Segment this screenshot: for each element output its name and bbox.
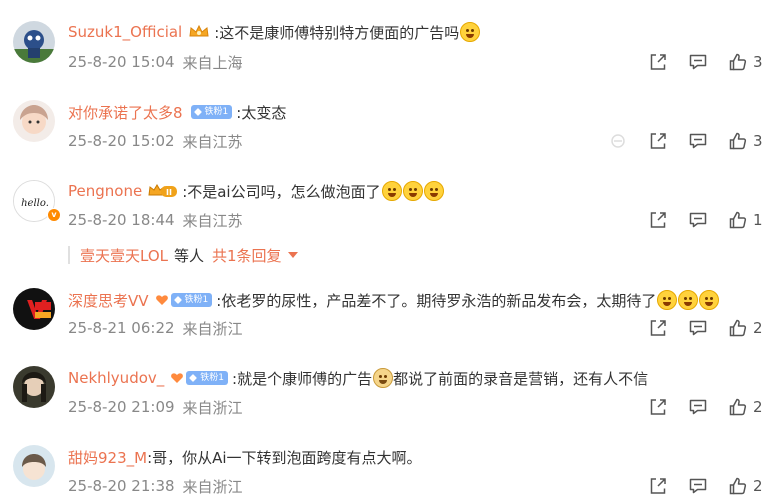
comment-text: :太变态 bbox=[236, 103, 287, 122]
comment-date: 25-8-20 18:44 bbox=[68, 211, 175, 229]
moved-emoji-icon bbox=[657, 290, 678, 310]
comment-text: :依老罗的尿性，产品差不了。期待罗永浩的新品发布会，太期待了 bbox=[216, 291, 657, 310]
comment-icon[interactable] bbox=[688, 476, 708, 495]
like-count: 1 bbox=[753, 211, 763, 229]
comment-date: 25-8-20 15:04 bbox=[68, 53, 175, 71]
comment-location: 来自江苏 bbox=[182, 211, 243, 230]
comment-icon[interactable] bbox=[688, 52, 708, 72]
share-icon[interactable] bbox=[648, 52, 668, 72]
comment-text-continued: 都说了前面的录音是营销，还有人不信 bbox=[393, 369, 649, 388]
comment-icon[interactable] bbox=[688, 131, 708, 151]
laugh-cry-emoji-icon bbox=[402, 181, 423, 201]
fan-badge: 铁粉1 bbox=[155, 293, 213, 307]
share-icon[interactable] bbox=[648, 131, 668, 151]
share-icon[interactable] bbox=[648, 318, 668, 338]
username[interactable]: Nekhlyudov_ bbox=[68, 369, 164, 387]
like-icon[interactable] bbox=[728, 52, 748, 72]
comment-icon[interactable] bbox=[688, 397, 708, 417]
like-count: 2 bbox=[753, 398, 763, 416]
crown-badge-icon bbox=[188, 24, 210, 40]
moved-emoji-icon bbox=[678, 290, 699, 310]
svg-text:hello.: hello. bbox=[21, 198, 49, 209]
like-icon[interactable] bbox=[728, 397, 748, 417]
share-icon[interactable] bbox=[648, 476, 668, 495]
comment-location: 来自浙江 bbox=[182, 319, 243, 338]
expand-replies-link[interactable]: 共1条回复 bbox=[212, 245, 282, 266]
comment-location: 来自浙江 bbox=[182, 398, 243, 417]
fan-badge-label: 铁粉1 bbox=[170, 293, 213, 307]
comment-text: :这不是康师傅特别特方便面的广告吗 bbox=[214, 23, 460, 42]
reply-username[interactable]: 壹天壹天LOL bbox=[80, 245, 168, 266]
laugh-cry-emoji-icon bbox=[460, 22, 481, 42]
username[interactable]: Suzuk1_Official bbox=[68, 23, 182, 41]
comment-location: 来自浙江 bbox=[182, 477, 243, 495]
like-icon[interactable] bbox=[728, 476, 748, 495]
comment-date: 25-8-20 21:38 bbox=[68, 477, 175, 495]
like-count: 3 bbox=[753, 53, 763, 71]
share-icon[interactable] bbox=[648, 397, 668, 417]
comment-text: :哥，你从Ai一下转到泡面跨度有点大啊。 bbox=[147, 448, 422, 467]
avatar[interactable]: V bbox=[13, 288, 55, 330]
laugh-cry-emoji-icon bbox=[381, 181, 402, 201]
like-count: 3 bbox=[753, 132, 763, 150]
like-icon[interactable] bbox=[728, 131, 748, 151]
fan-badge-label: 铁粉1 bbox=[190, 105, 233, 119]
comment-text: :就是个康师傅的广告 bbox=[232, 369, 373, 388]
heart-flame-icon bbox=[171, 373, 184, 383]
comment-date: 25-8-20 21:09 bbox=[68, 398, 175, 416]
comment-icon[interactable] bbox=[688, 210, 708, 230]
fan-badge-label: 铁粉1 bbox=[186, 371, 229, 385]
avatar[interactable] bbox=[13, 100, 55, 142]
username[interactable]: 深度思考VV bbox=[68, 290, 149, 311]
comment-icon[interactable] bbox=[688, 318, 708, 338]
comment-location: 来自江苏 bbox=[182, 132, 243, 151]
reply-middle: 等人 bbox=[174, 246, 205, 265]
like-icon[interactable] bbox=[728, 210, 748, 230]
username[interactable]: 甜妈923_M bbox=[68, 447, 147, 468]
reply-summary[interactable]: 壹天壹天LOL 等人 共1条回复 bbox=[68, 244, 298, 266]
comment-location: 来自上海 bbox=[182, 53, 243, 72]
verified-badge-icon: v bbox=[47, 208, 61, 222]
chevron-down-icon[interactable] bbox=[287, 252, 298, 258]
comment-date: 25-8-21 06:22 bbox=[68, 319, 175, 337]
svg-text:V: V bbox=[27, 296, 47, 326]
moved-emoji-icon bbox=[699, 290, 720, 310]
crown-level-badge-icon: II bbox=[148, 183, 178, 199]
like-count: 2 bbox=[753, 477, 763, 495]
username[interactable]: 对你承诺了太多8 bbox=[68, 102, 183, 123]
level-label: II bbox=[166, 188, 172, 197]
dog-face-emoji-icon bbox=[373, 368, 394, 388]
comment-date: 25-8-20 15:02 bbox=[68, 132, 175, 150]
avatar[interactable] bbox=[13, 366, 55, 408]
dislike-icon[interactable] bbox=[608, 131, 628, 151]
avatar[interactable] bbox=[13, 445, 55, 487]
comment-text: :不是ai公司吗，怎么做泡面了 bbox=[182, 182, 381, 201]
avatar[interactable] bbox=[13, 21, 55, 63]
share-icon[interactable] bbox=[648, 210, 668, 230]
fan-badge: 铁粉1 bbox=[170, 371, 229, 385]
like-icon[interactable] bbox=[728, 318, 748, 338]
fan-badge: 铁粉1 bbox=[189, 105, 233, 119]
username[interactable]: Pengnone bbox=[68, 182, 142, 200]
heart-flame-icon bbox=[155, 295, 168, 305]
laugh-cry-emoji-icon bbox=[423, 181, 444, 201]
like-count: 2 bbox=[753, 319, 763, 337]
